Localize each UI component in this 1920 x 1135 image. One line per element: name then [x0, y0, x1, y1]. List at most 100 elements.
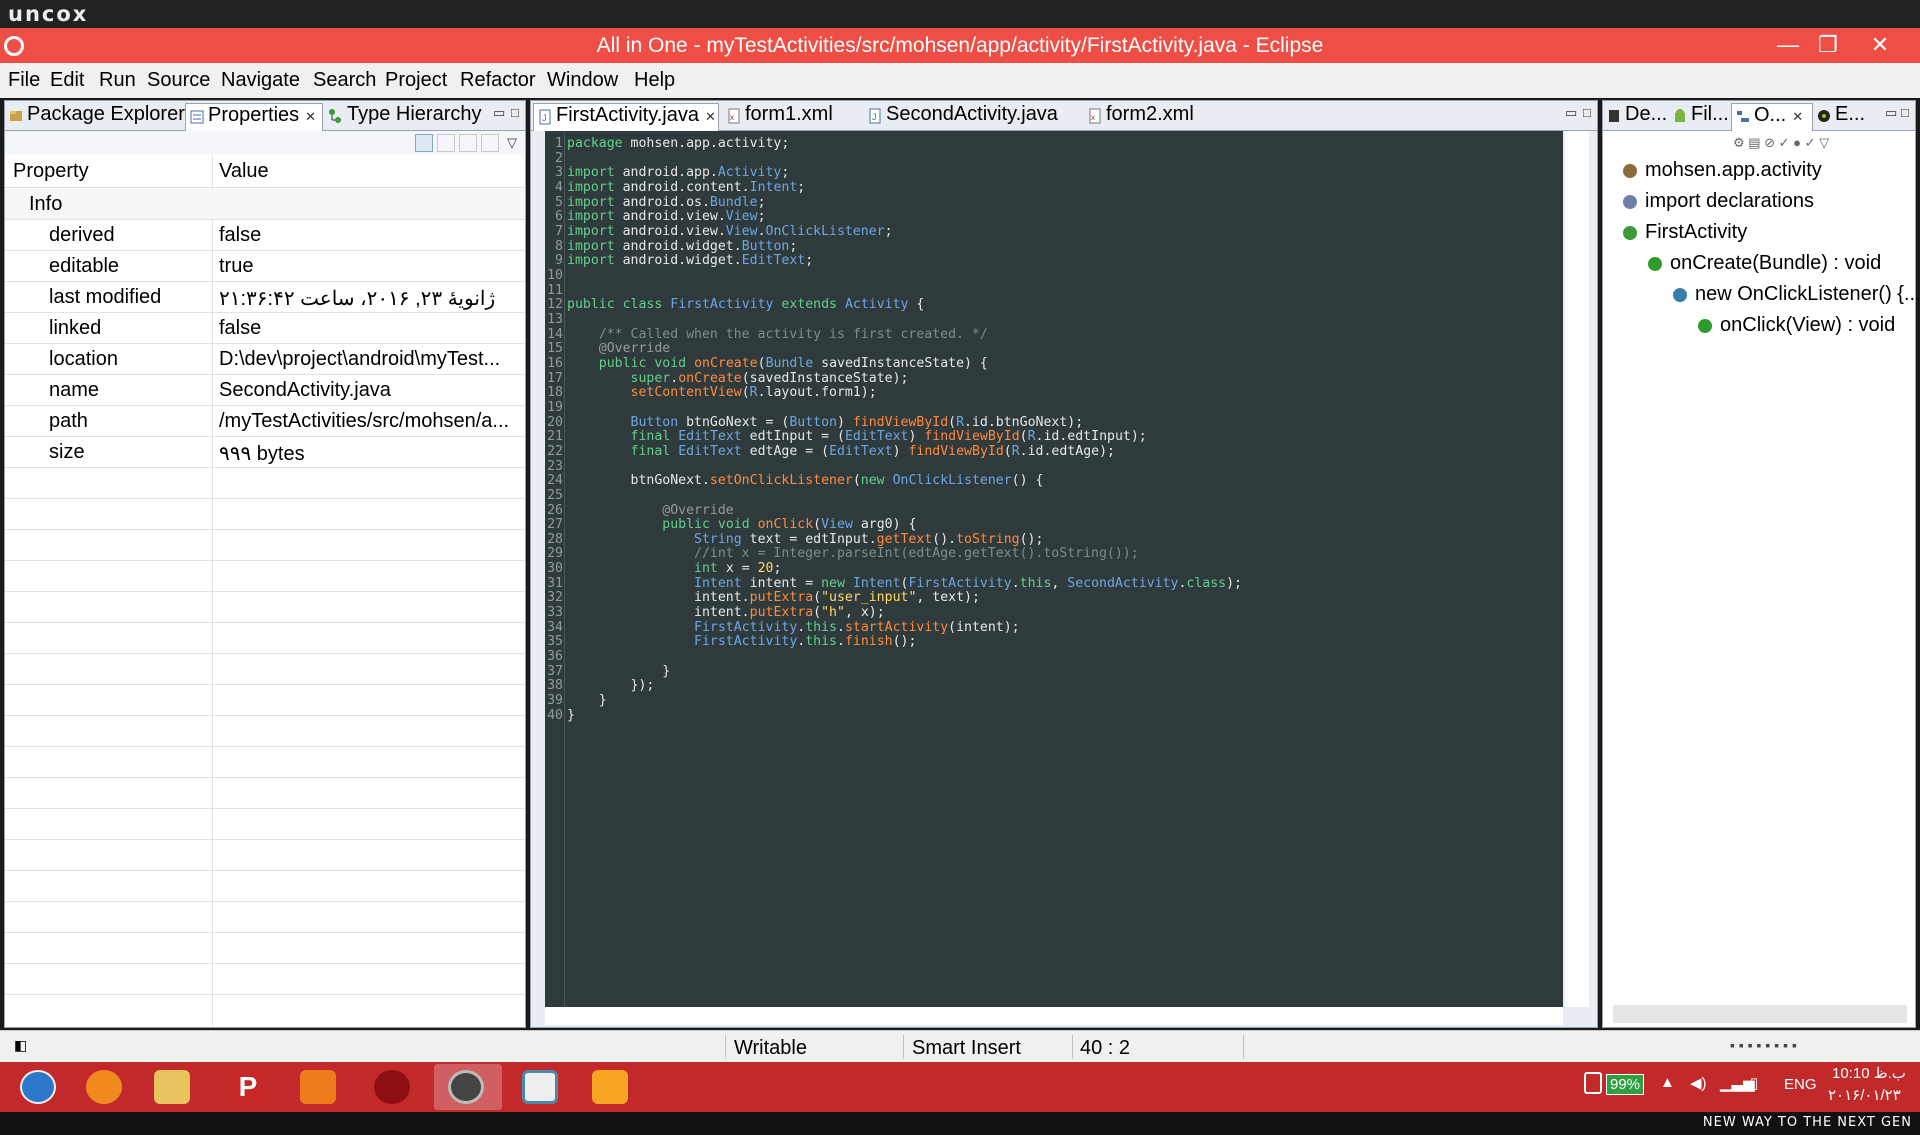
tab-secondactivity-java[interactable]: J SecondActivity.java — [864, 103, 1074, 131]
outline-horizontal-scrollbar[interactable] — [1613, 1005, 1907, 1023]
taskbar-app-p[interactable]: P — [216, 1064, 280, 1110]
player-icon — [592, 1070, 628, 1104]
menu-project[interactable]: Project — [385, 69, 447, 92]
tab-properties[interactable]: Properties ✕ — [185, 103, 323, 131]
outline-item[interactable]: FirstActivity — [1623, 221, 1747, 244]
view-menu-icon[interactable]: ▽ — [507, 135, 517, 151]
code-text: public class FirstActivity extends Activ… — [567, 297, 925, 313]
empty-row — [5, 747, 525, 778]
status-tool-icons[interactable]: ▪ ▪ ▪ ▪ ▪ ▪ ▪ ▪ — [1730, 1037, 1797, 1053]
tab-emulator[interactable]: E... — [1813, 103, 1879, 131]
eclipse-taskbar-icon — [448, 1070, 484, 1104]
outline-item[interactable]: import declarations — [1623, 190, 1814, 213]
table-row[interactable]: size ۹۹۹ bytes — [5, 437, 525, 468]
taskbar-eclipse[interactable] — [434, 1064, 502, 1110]
tab-label: Properties — [208, 104, 300, 126]
tab-firstactivity-java[interactable]: J FirstActivity.java ✕ — [533, 103, 719, 131]
tab-outline[interactable]: O... ✕ — [1731, 103, 1813, 131]
outline-item[interactable]: mohsen.app.activity — [1623, 159, 1822, 182]
java-file-icon: J — [539, 109, 551, 125]
title-bar: All in One - myTestActivities/src/mohsen… — [0, 28, 1920, 63]
power-icon[interactable]: ▯ — [1750, 1074, 1758, 1092]
outline-item[interactable]: new OnClickListener() {... — [1673, 283, 1920, 306]
group-row[interactable]: Info — [5, 189, 525, 220]
categories-toggle-icon[interactable] — [415, 134, 433, 152]
tab-form1-xml[interactable]: x form1.xml — [723, 103, 853, 131]
maximize-view-icon[interactable]: □ — [1901, 105, 1909, 120]
fast-view-icon[interactable]: ◧ — [14, 1037, 27, 1054]
taskbar-downloader[interactable] — [286, 1064, 350, 1110]
empty-row — [5, 902, 525, 933]
status-separator — [1072, 1035, 1073, 1059]
menu-help[interactable]: Help — [634, 69, 675, 92]
outline-item[interactable]: onClick(View) : void — [1698, 314, 1895, 337]
taskbar-explorer[interactable] — [140, 1064, 204, 1110]
volume-icon[interactable]: ◀) — [1690, 1074, 1707, 1092]
taskbar-window-app[interactable] — [508, 1064, 572, 1110]
status-insert-mode: Smart Insert — [912, 1037, 1021, 1059]
table-row[interactable]: editable true — [5, 251, 525, 282]
header-property[interactable]: Property — [13, 160, 89, 183]
filter-advanced-icon[interactable] — [437, 134, 455, 152]
table-row[interactable]: last modified ژانویهٔ ۲۳, ۲۰۱۶، ساعت ۲۱:… — [5, 282, 525, 313]
tab-form2-xml[interactable]: x form2.xml — [1084, 103, 1214, 131]
empty-row — [5, 871, 525, 902]
property-value: /myTestActivities/src/mohsen/a... — [219, 410, 510, 432]
menu-file[interactable]: File — [8, 69, 40, 92]
menu-window[interactable]: Window — [547, 69, 618, 92]
maximize-editor-icon[interactable]: □ — [1583, 105, 1591, 120]
outline-toolbar-icons[interactable]: ⚙ ▤ ⊘ ✓ ● ✓ ▽ — [1733, 135, 1829, 151]
menu-edit[interactable]: Edit — [50, 69, 84, 92]
close-tab-icon[interactable]: ✕ — [1792, 109, 1803, 124]
empty-row — [5, 561, 525, 592]
screen: uncox All in One - myTestActivities/src/… — [0, 0, 1920, 1135]
outline-node-icon — [1623, 225, 1637, 240]
table-header: Property Value — [5, 156, 525, 188]
horizontal-scrollbar[interactable] — [545, 1007, 1563, 1025]
header-value[interactable]: Value — [219, 160, 269, 183]
pin-view-icon[interactable] — [481, 134, 499, 152]
taskbar-firefox[interactable] — [72, 1064, 136, 1110]
clock-time[interactable]: 10:10 ب.ظ — [1832, 1064, 1906, 1082]
table-row[interactable]: path /myTestActivities/src/mohsen/a... — [5, 406, 525, 437]
language-indicator[interactable]: ENG — [1784, 1076, 1817, 1093]
tab-package-explorer[interactable]: Package Explorer — [5, 103, 185, 131]
property-name: last modified — [49, 286, 162, 308]
shield-icon[interactable] — [1584, 1072, 1602, 1094]
table-row[interactable]: name SecondActivity.java — [5, 375, 525, 406]
battery-indicator[interactable]: 99% — [1606, 1074, 1645, 1095]
close-tab-icon[interactable]: ✕ — [705, 109, 716, 124]
maximize-button[interactable]: ❐ — [1808, 30, 1848, 60]
menu-source[interactable]: Source — [147, 69, 210, 92]
menu-search[interactable]: Search — [313, 69, 376, 92]
minimize-view-icon[interactable]: ▭ — [1885, 105, 1897, 121]
footer-strip: NEW WAY TO THE NEXT GEN — [0, 1112, 1920, 1135]
brand-logo: uncox — [8, 2, 89, 26]
taskbar-player[interactable] — [578, 1064, 642, 1110]
tab-devices[interactable]: De... — [1603, 103, 1669, 131]
clock-date[interactable]: ۲۰۱۶/۰۱/۲۳ — [1828, 1086, 1901, 1104]
minimize-editor-icon[interactable]: ▭ — [1565, 105, 1577, 121]
taskbar-media[interactable] — [360, 1064, 424, 1110]
table-row[interactable]: location D:\dev\project\android\myTest..… — [5, 344, 525, 375]
restore-default-icon[interactable] — [459, 134, 477, 152]
tab-type-hierarchy[interactable]: Type Hierarchy — [325, 103, 483, 131]
outline-item[interactable]: onCreate(Bundle) : void — [1648, 252, 1881, 275]
tab-file-explorer[interactable]: Fil... — [1669, 103, 1731, 131]
menu-run[interactable]: Run — [99, 69, 136, 92]
maximize-view-icon[interactable]: □ — [511, 105, 519, 120]
minimize-view-icon[interactable]: ▭ — [493, 105, 505, 121]
folder-icon — [154, 1070, 190, 1104]
close-button[interactable]: ✕ — [1860, 30, 1900, 60]
vertical-scrollbar[interactable] — [1565, 131, 1589, 1007]
table-row[interactable]: linked false — [5, 313, 525, 344]
close-tab-icon[interactable]: ✕ — [305, 109, 316, 124]
menu-refactor[interactable]: Refactor — [460, 69, 536, 92]
table-row[interactable]: derived false — [5, 220, 525, 251]
menu-navigate[interactable]: Navigate — [221, 69, 300, 92]
start-button[interactable] — [6, 1064, 70, 1110]
show-hidden-icons[interactable]: ▲ — [1660, 1074, 1675, 1091]
code-editor[interactable]: 1 package mohsen.app.activity; 2 3 import an… — [545, 131, 1563, 1007]
outline-node-icon — [1648, 256, 1662, 271]
minimize-button[interactable]: — — [1768, 30, 1808, 60]
